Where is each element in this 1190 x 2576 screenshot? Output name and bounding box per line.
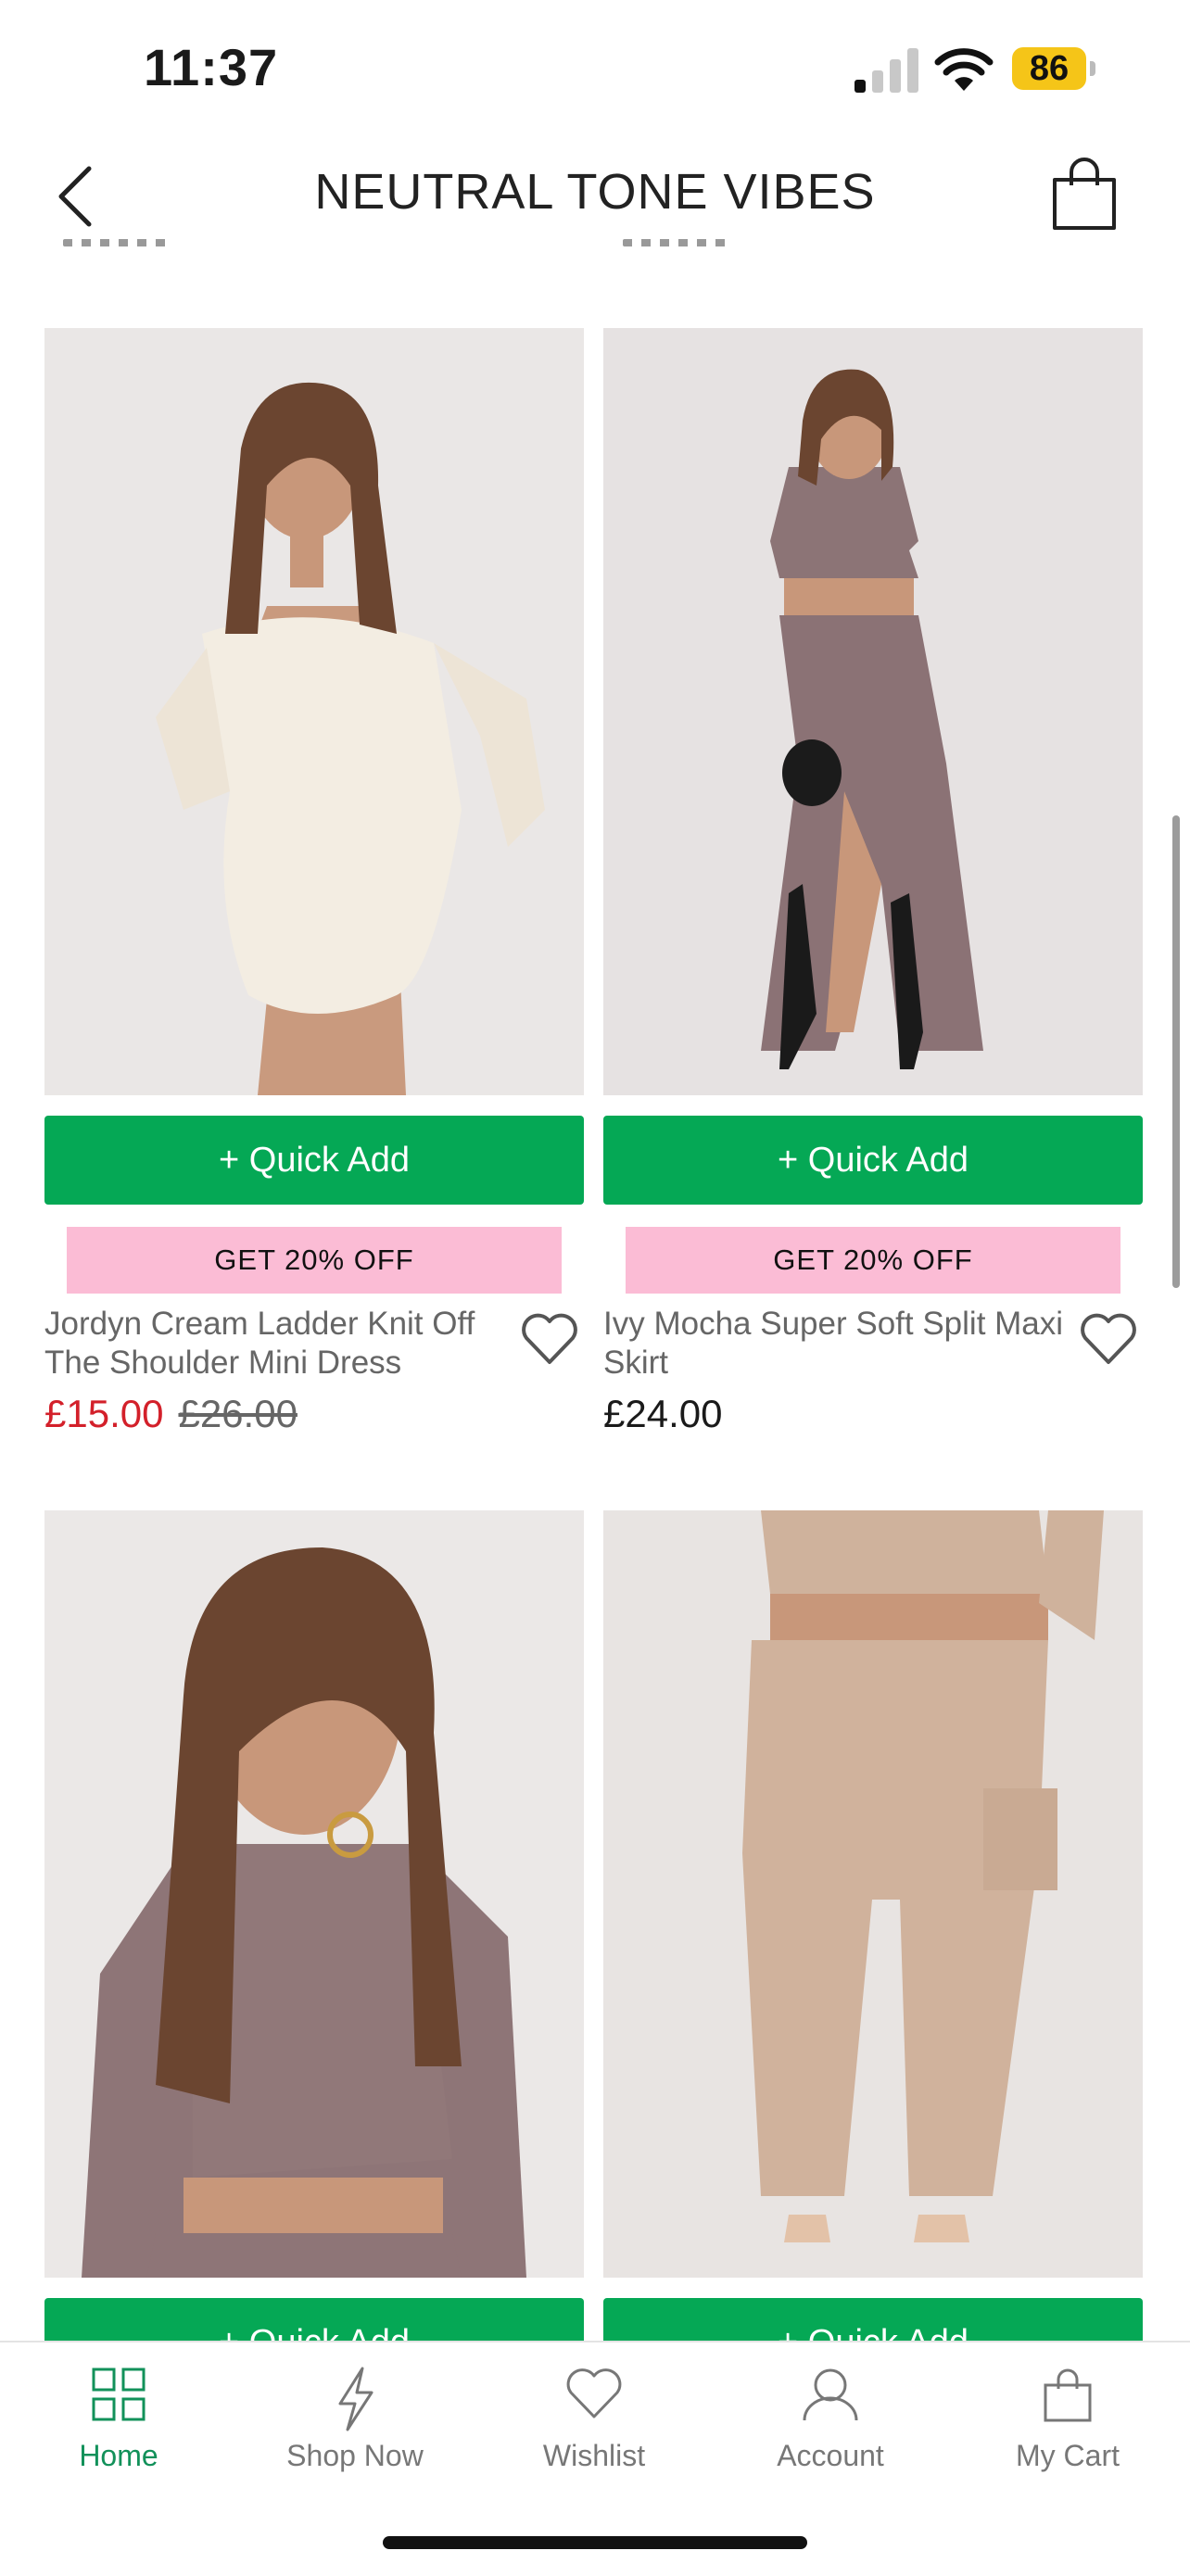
quick-add-button[interactable]: + Quick Add xyxy=(603,1116,1143,1205)
promo-badge: GET 20% OFF xyxy=(67,1227,562,1294)
person-icon xyxy=(803,2368,858,2421)
tab-shop-now[interactable]: Shop Now xyxy=(253,2367,457,2506)
wifi-icon xyxy=(934,48,994,91)
page-title: NEUTRAL TONE VIBES xyxy=(314,164,876,220)
scrollbar[interactable] xyxy=(1172,815,1180,1288)
wishlist-heart-icon[interactable] xyxy=(519,1310,580,1368)
product-card[interactable]: + Quick Add GET 20% OFF Ivy Mocha Super … xyxy=(603,328,1143,1435)
product-card[interactable]: + Quick Add GET 20% OFF Jordyn Cream Lad… xyxy=(44,328,584,1435)
tab-wishlist[interactable]: Wishlist xyxy=(492,2367,696,2506)
tab-label: My Cart xyxy=(1016,2439,1120,2472)
quick-add-button[interactable]: + Quick Add xyxy=(44,1116,584,1205)
product-image[interactable] xyxy=(603,1510,1143,2278)
tab-label: Account xyxy=(777,2439,884,2472)
signal-icon xyxy=(855,48,918,93)
product-card[interactable]: + Quick Add xyxy=(44,1510,584,2341)
battery-level: 86 xyxy=(1012,47,1086,90)
price: £24.00 xyxy=(603,1392,723,1435)
price-row: £24.00 xyxy=(603,1392,722,1436)
nav-header: NEUTRAL TONE VIBES xyxy=(0,139,1190,250)
tab-account[interactable]: Account xyxy=(728,2367,932,2506)
home-indicator[interactable] xyxy=(383,2536,807,2549)
status-time: 11:37 xyxy=(144,38,279,96)
cart-button[interactable] xyxy=(1047,156,1121,234)
lightning-icon xyxy=(338,2367,373,2431)
tab-label: Home xyxy=(79,2439,158,2472)
grid-icon xyxy=(92,2368,146,2421)
tab-my-cart[interactable]: My Cart xyxy=(966,2367,1170,2506)
bag-icon xyxy=(1044,2368,1092,2422)
product-card[interactable]: + Quick Add xyxy=(603,1510,1143,2341)
previous-row-price-fragment xyxy=(63,239,174,246)
wishlist-heart-icon[interactable] xyxy=(1078,1310,1139,1368)
battery-icon: 86 xyxy=(1012,47,1097,90)
promo-badge: GET 20% OFF xyxy=(626,1227,1120,1294)
quick-add-button[interactable]: + Quick Add xyxy=(603,2298,1143,2341)
product-image[interactable] xyxy=(44,1510,584,2278)
previous-row-price-fragment xyxy=(623,239,734,246)
original-price: £26.00 xyxy=(178,1392,298,1435)
quick-add-button[interactable]: + Quick Add xyxy=(44,2298,584,2341)
heart-icon xyxy=(566,2368,622,2418)
tab-label: Wishlist xyxy=(542,2439,646,2472)
price-row: £15.00 £26.00 xyxy=(44,1392,298,1436)
product-image[interactable] xyxy=(603,328,1143,1095)
tab-label: Shop Now xyxy=(286,2439,424,2472)
tab-home[interactable]: Home xyxy=(17,2367,221,2506)
product-image[interactable] xyxy=(44,328,584,1095)
product-name[interactable]: Jordyn Cream Ladder Knit Off The Shoulde… xyxy=(44,1305,517,1383)
status-bar: 11:37 86 xyxy=(0,0,1190,139)
product-name[interactable]: Ivy Mocha Super Soft Split Maxi Skirt xyxy=(603,1305,1076,1383)
sale-price: £15.00 xyxy=(44,1392,164,1435)
